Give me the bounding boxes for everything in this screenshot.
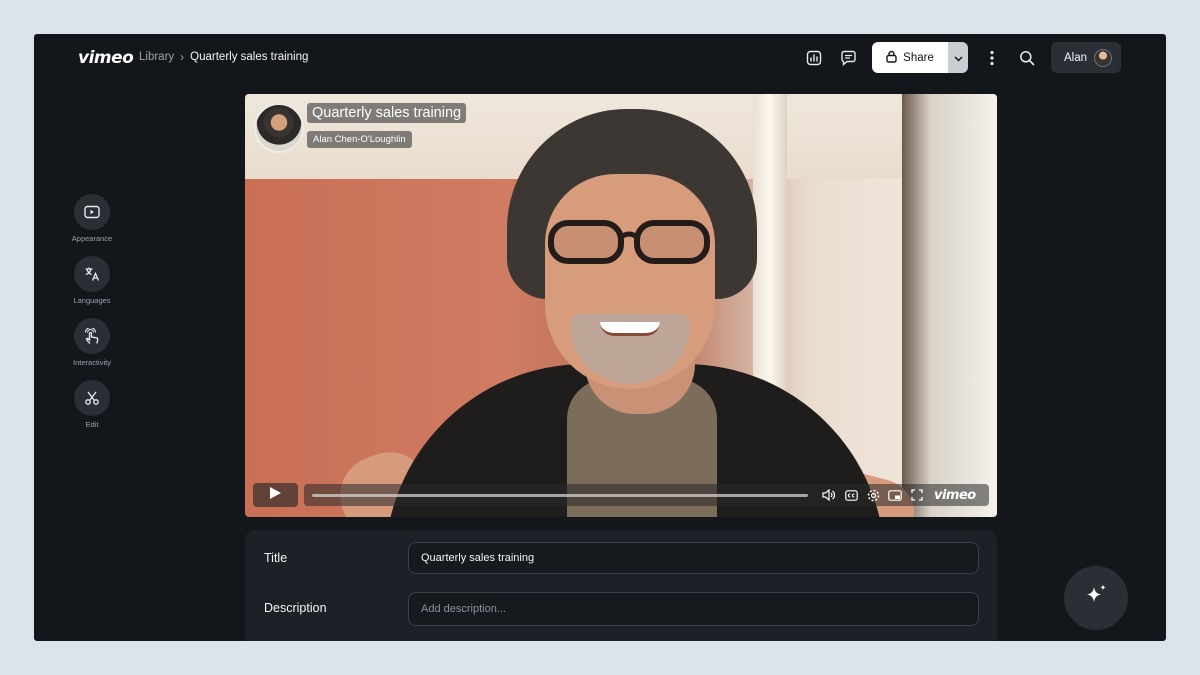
search-icon[interactable] xyxy=(1017,48,1037,68)
analytics-icon[interactable] xyxy=(804,48,824,68)
video-frame-person-glasses xyxy=(548,220,710,264)
sidebar-item-label: Edit xyxy=(85,420,99,429)
video-player[interactable]: Quarterly sales training Alan Chen-O'Lou… xyxy=(245,94,997,517)
app-window: vimeo Library › Quarterly sales training… xyxy=(34,34,1166,641)
play-icon xyxy=(269,486,282,505)
play-button[interactable] xyxy=(253,483,298,507)
user-menu[interactable]: Alan xyxy=(1051,42,1121,73)
video-overlay-title: Quarterly sales training xyxy=(307,103,467,123)
share-button[interactable]: Share xyxy=(872,42,948,73)
video-details-panel: Title Description xyxy=(245,530,997,641)
author-avatar xyxy=(254,103,304,153)
breadcrumb-current: Quarterly sales training xyxy=(190,51,309,63)
progress-bar[interactable] xyxy=(304,484,816,506)
scissors-icon xyxy=(74,380,110,416)
more-icon[interactable] xyxy=(982,48,1002,68)
comments-icon[interactable] xyxy=(838,48,858,68)
vimeo-logo[interactable]: vimeo xyxy=(78,48,134,68)
share-control: Share xyxy=(872,42,968,73)
sparkle-icon xyxy=(1083,583,1109,614)
title-field[interactable] xyxy=(408,542,979,574)
avatar xyxy=(1094,48,1113,67)
picture-in-picture-icon[interactable] xyxy=(888,488,902,502)
sidebar-item-appearance[interactable]: Appearance xyxy=(70,194,114,243)
sidebar-item-interactivity[interactable]: Interactivity xyxy=(70,318,114,367)
captions-icon[interactable] xyxy=(844,488,858,502)
tap-icon xyxy=(74,318,110,354)
user-name: Alan xyxy=(1064,51,1088,64)
sidebar-item-label: Interactivity xyxy=(73,358,111,367)
video-overlay-author: Alan Chen-O'Loughlin xyxy=(307,131,412,148)
breadcrumb-library[interactable]: Library xyxy=(139,51,174,63)
sidebar-item-label: Languages xyxy=(73,296,111,305)
progress-track xyxy=(312,493,808,497)
share-label: Share xyxy=(903,51,934,64)
video-frame-person-smile xyxy=(600,322,660,336)
title-label: Title xyxy=(264,551,288,565)
player-vimeo-logo[interactable]: vimeo xyxy=(934,488,976,503)
video-frame-window xyxy=(902,94,997,517)
play-screen-icon xyxy=(74,194,110,230)
player-controls: vimeo xyxy=(253,483,989,507)
share-options-button[interactable] xyxy=(948,42,968,73)
player-right-controls: vimeo xyxy=(816,484,989,506)
volume-icon[interactable] xyxy=(822,488,836,502)
breadcrumb: Library › Quarterly sales training xyxy=(139,50,308,64)
chevron-down-icon xyxy=(953,49,963,67)
breadcrumb-separator: › xyxy=(180,50,185,64)
translate-icon xyxy=(74,256,110,292)
sidebar-item-languages[interactable]: Languages xyxy=(70,256,114,305)
settings-gear-icon[interactable] xyxy=(866,488,880,502)
fullscreen-icon[interactable] xyxy=(910,488,924,502)
description-field[interactable] xyxy=(408,592,979,626)
sidebar-item-label: Appearance xyxy=(71,234,113,243)
ai-assistant-button[interactable] xyxy=(1064,566,1128,630)
lock-icon xyxy=(886,50,897,66)
sidebar-item-edit[interactable]: Edit xyxy=(70,380,114,429)
description-label: Description xyxy=(264,601,327,615)
